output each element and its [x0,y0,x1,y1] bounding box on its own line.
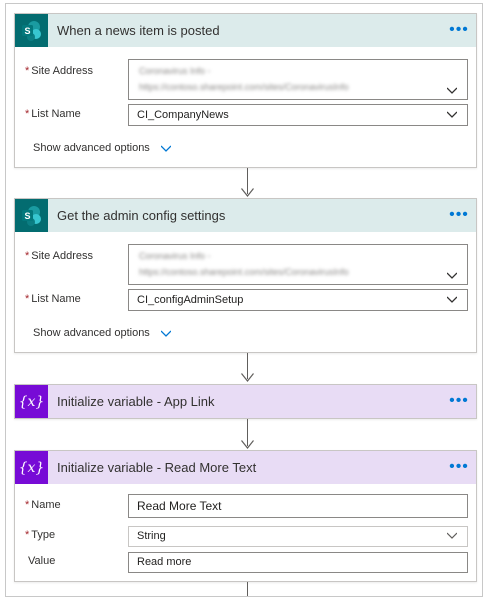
list-name-value: CI_configAdminSetup [137,294,244,306]
variable-name-value: Read More Text [137,499,222,513]
site-address-name: Coronavirus Info - [139,251,211,261]
variable-value-input[interactable]: Read more [128,552,468,573]
site-address-label: * Site Address [25,250,94,262]
get-admin-config-header[interactable]: S Get the admin config settings ••• [15,199,476,232]
list-name-dropdown[interactable]: CI_configAdminSetup [128,289,468,311]
chevron-down-icon [160,145,171,152]
init-variable-app-link-title: Initialize variable - App Link [57,394,215,409]
list-name-label: * List Name [25,293,81,305]
variable-icon: {x} [15,451,48,484]
variable-icon: {x} [15,385,48,418]
variable-value-label: Value [28,555,56,567]
more-options-icon[interactable]: ••• [448,20,470,40]
trigger-card-header[interactable]: S When a news item is posted ••• [15,14,476,47]
site-address-label: * Site Address [25,65,94,77]
init-variable-app-link-card: {x} Initialize variable - App Link ••• [14,384,477,419]
show-advanced-options-link[interactable]: Show advanced options [33,142,171,154]
flow-connector [247,582,248,596]
chevron-down-icon [447,87,457,94]
variable-value-text: Read more [137,556,192,568]
site-address-url: https://contoso.sharepoint.com/sites/Cor… [139,82,349,92]
chevron-down-icon [160,330,171,337]
svg-text:S: S [24,211,30,221]
list-name-value: CI_CompanyNews [137,109,229,121]
chevron-down-icon [447,296,457,303]
more-options-icon[interactable]: ••• [448,205,470,225]
site-address-row: * Site Address Coronavirus Info - https:/… [15,242,476,286]
site-address-dropdown[interactable]: Coronavirus Info - https://contoso.share… [128,59,468,100]
variable-type-value: String [137,530,166,542]
variable-type-row: * Type String [15,526,476,548]
site-address-name: Coronavirus Info - [139,66,211,76]
svg-text:S: S [24,26,30,36]
init-variable-read-more-card: {x} Initialize variable - Read More Text… [14,450,477,582]
variable-type-dropdown[interactable]: String [128,526,468,547]
flow-designer-canvas: S When a news item is posted ••• * Site A… [5,3,483,597]
get-admin-config-card: S Get the admin config settings ••• * Sit… [14,198,477,353]
variable-name-input[interactable]: Read More Text [128,494,468,518]
init-variable-read-more-title: Initialize variable - Read More Text [57,460,257,475]
list-name-label: * List Name [25,108,81,120]
list-name-dropdown[interactable]: CI_CompanyNews [128,104,468,126]
site-address-url: https://contoso.sharepoint.com/sites/Cor… [139,267,349,277]
list-name-row: * List Name CI_configAdminSetup [15,289,476,313]
chevron-down-icon [447,532,457,539]
arrow-down-icon [241,373,254,382]
list-name-row: * List Name CI_CompanyNews [15,104,476,128]
show-advanced-options-link[interactable]: Show advanced options [33,327,171,339]
site-address-row: * Site Address Coronavirus Info - https:/… [15,57,476,101]
trigger-card: S When a news item is posted ••• * Site A… [14,13,477,168]
arrow-down-icon [241,188,254,197]
more-options-icon[interactable]: ••• [448,457,470,477]
variable-name-label: * Name [25,499,61,511]
more-options-icon[interactable]: ••• [448,391,470,411]
trigger-title: When a news item is posted [57,23,220,38]
get-admin-config-title: Get the admin config settings [57,208,226,223]
variable-type-label: * Type [25,529,56,541]
arrow-down-icon [241,440,254,449]
chevron-down-icon [447,272,457,279]
sharepoint-icon: S [15,199,48,232]
variable-name-row: * Name Read More Text [15,494,476,520]
init-variable-read-more-header[interactable]: {x} Initialize variable - Read More Text… [15,451,476,484]
variable-value-row: Value Read more [15,552,476,574]
sharepoint-icon: S [15,14,48,47]
init-variable-app-link-header[interactable]: {x} Initialize variable - App Link ••• [15,385,476,418]
chevron-down-icon [447,111,457,118]
site-address-dropdown[interactable]: Coronavirus Info - https://contoso.share… [128,244,468,285]
